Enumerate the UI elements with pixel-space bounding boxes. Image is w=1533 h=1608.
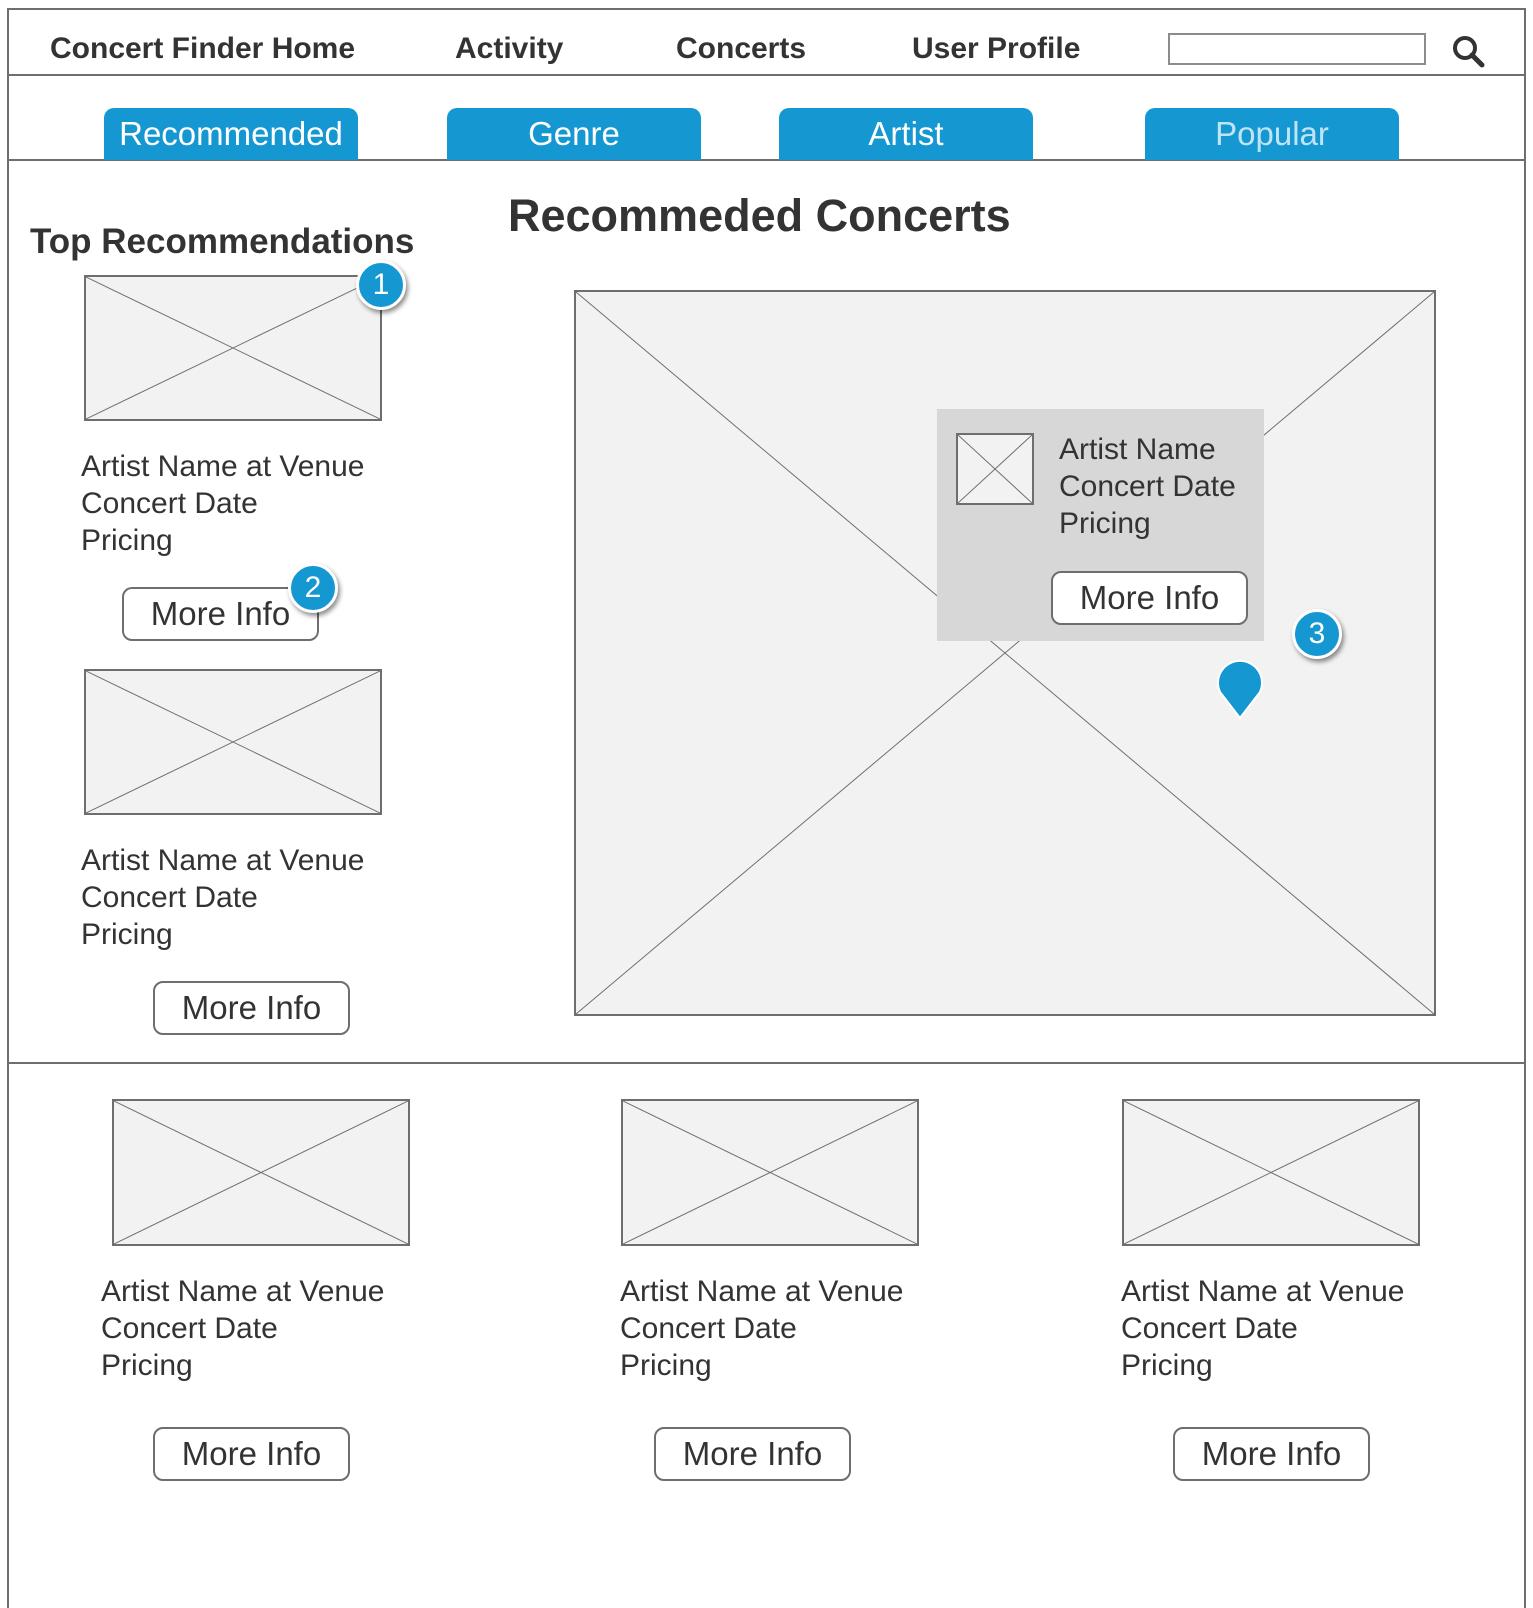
concert-image-placeholder[interactable] (1122, 1099, 1420, 1246)
concert-date: Concert Date (620, 1312, 797, 1345)
nav-concerts-link[interactable]: Concerts (676, 32, 806, 66)
callout-badge-1: 1 (356, 260, 406, 310)
concert-title: Artist Name at Venue (1121, 1275, 1405, 1308)
more-info-button[interactable]: More Info (1173, 1427, 1370, 1481)
nav-activity-link[interactable]: Activity (455, 32, 563, 66)
concert-title: Artist Name at Venue (101, 1275, 385, 1308)
concert-pricing: Pricing (101, 1349, 193, 1382)
tab-popular[interactable]: Popular (1145, 108, 1399, 160)
tab-artist[interactable]: Artist (779, 108, 1033, 160)
popup-pricing: Pricing (1059, 507, 1151, 540)
concert-title: Artist Name at Venue (81, 844, 365, 877)
search-input[interactable] (1168, 33, 1426, 65)
tab-recommended[interactable]: Recommended (104, 108, 358, 160)
sidebar-concert-info: Artist Name at Venue Concert Date Pricin… (81, 842, 364, 953)
nav-user-profile-link[interactable]: User Profile (912, 32, 1080, 66)
more-info-button[interactable]: More Info (153, 981, 350, 1035)
more-info-button[interactable]: More Info (153, 1427, 350, 1481)
concert-image-placeholder[interactable] (621, 1099, 919, 1246)
popup-concert-info: Artist Name Concert Date Pricing (1059, 431, 1236, 542)
concert-date: Concert Date (81, 487, 258, 520)
concert-pricing: Pricing (81, 918, 173, 951)
bottom-concert-info: Artist Name at Venue Concert Date Pricin… (101, 1273, 384, 1384)
sidebar-concert-info: Artist Name at Venue Concert Date Pricin… (81, 448, 364, 559)
concert-date: Concert Date (1121, 1312, 1298, 1345)
callout-badge-3: 3 (1292, 609, 1342, 659)
bottom-concert-info: Artist Name at Venue Concert Date Pricin… (620, 1273, 903, 1384)
artist-thumbnail-placeholder (956, 433, 1034, 505)
nav-home-link[interactable]: Concert Finder Home (50, 32, 355, 66)
concert-pricing: Pricing (81, 524, 173, 557)
search-icon[interactable] (1450, 33, 1486, 69)
bottom-concert-info: Artist Name at Venue Concert Date Pricin… (1121, 1273, 1404, 1384)
concert-date: Concert Date (81, 881, 258, 914)
tab-genre[interactable]: Genre (447, 108, 701, 160)
concert-pricing: Pricing (620, 1349, 712, 1382)
more-info-button[interactable]: More Info (654, 1427, 851, 1481)
map-pin-icon[interactable] (1214, 652, 1266, 720)
concert-pricing: Pricing (1121, 1349, 1213, 1382)
concert-title: Artist Name at Venue (620, 1275, 904, 1308)
popup-more-info-button[interactable]: More Info (1051, 571, 1248, 625)
map-concert-popup[interactable]: Artist Name Concert Date Pricing More In… (937, 409, 1264, 641)
popup-artist-name: Artist Name (1059, 433, 1216, 466)
concert-image-placeholder[interactable] (112, 1099, 410, 1246)
concert-title: Artist Name at Venue (81, 450, 365, 483)
callout-badge-2: 2 (288, 563, 338, 613)
bottom-section-divider (9, 1062, 1524, 1064)
concert-date: Concert Date (101, 1312, 278, 1345)
recommended-concerts-heading: Recommeded Concerts (508, 190, 1011, 241)
top-recommendations-heading: Top Recommendations (30, 222, 415, 261)
nav-divider (9, 74, 1524, 76)
popup-concert-date: Concert Date (1059, 470, 1236, 503)
concert-image-placeholder[interactable] (84, 669, 382, 815)
concert-image-placeholder[interactable] (84, 275, 382, 421)
